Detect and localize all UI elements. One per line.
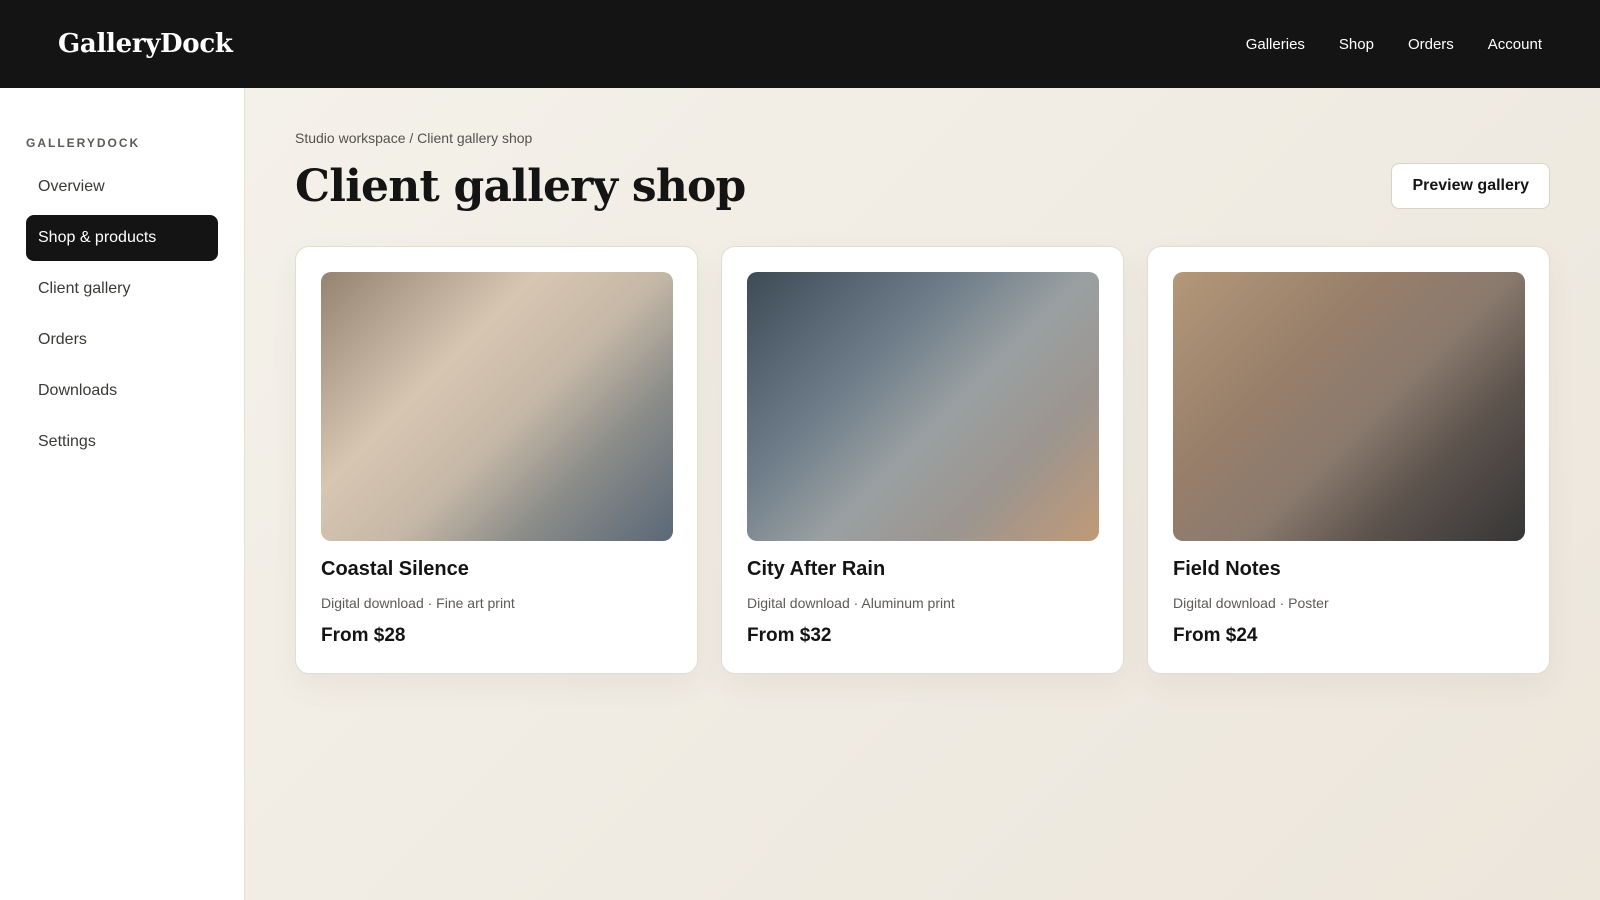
product-title: Field Notes xyxy=(1173,558,1281,580)
product-image[interactable] xyxy=(747,272,1099,541)
nav-galleries[interactable]: Galleries xyxy=(1246,36,1305,53)
product-price: From $28 xyxy=(321,625,406,646)
product-formats: Digital download · Aluminum print xyxy=(747,595,955,611)
product-formats: Digital download · Fine art print xyxy=(321,595,515,611)
nav-orders[interactable]: Orders xyxy=(1408,36,1454,53)
top-nav: Galleries Shop Orders Account xyxy=(1212,36,1542,53)
sidebar-item-shop-products[interactable]: Shop & products xyxy=(26,215,218,261)
product-image[interactable] xyxy=(1173,272,1525,541)
product-image[interactable] xyxy=(321,272,673,541)
product-formats: Digital download · Poster xyxy=(1173,595,1329,611)
sidebar-item-overview[interactable]: Overview xyxy=(26,164,218,210)
product-price: From $24 xyxy=(1173,625,1258,646)
nav-account[interactable]: Account xyxy=(1488,36,1542,53)
sidebar-heading: GALLERYDOCK xyxy=(26,136,141,150)
sidebar: GALLERYDOCK Overview Shop & products Cli… xyxy=(0,88,245,900)
nav-shop[interactable]: Shop xyxy=(1339,36,1374,53)
product-card[interactable]: Coastal Silence Digital download · Fine … xyxy=(295,246,698,674)
product-grid: Coastal Silence Digital download · Fine … xyxy=(295,246,1550,674)
sidebar-item-downloads[interactable]: Downloads xyxy=(26,368,218,414)
product-card[interactable]: City After Rain Digital download · Alumi… xyxy=(721,246,1124,674)
product-card[interactable]: Field Notes Digital download · Poster Fr… xyxy=(1147,246,1550,674)
breadcrumb: Studio workspace / Client gallery shop xyxy=(295,130,533,146)
logo[interactable]: GalleryDock xyxy=(58,29,233,59)
product-title: Coastal Silence xyxy=(321,558,469,580)
sidebar-item-client-gallery[interactable]: Client gallery xyxy=(26,266,218,312)
main-content: Studio workspace / Client gallery shop C… xyxy=(245,88,1600,900)
product-price: From $32 xyxy=(747,625,832,646)
top-bar: GalleryDock Galleries Shop Orders Accoun… xyxy=(0,0,1600,88)
page-title: Client gallery shop xyxy=(295,160,746,212)
product-title: City After Rain xyxy=(747,558,886,580)
sidebar-item-orders[interactable]: Orders xyxy=(26,317,218,363)
title-row: Client gallery shop Preview gallery xyxy=(295,156,1550,216)
sidebar-item-settings[interactable]: Settings xyxy=(26,419,218,465)
preview-gallery-button[interactable]: Preview gallery xyxy=(1391,163,1550,209)
